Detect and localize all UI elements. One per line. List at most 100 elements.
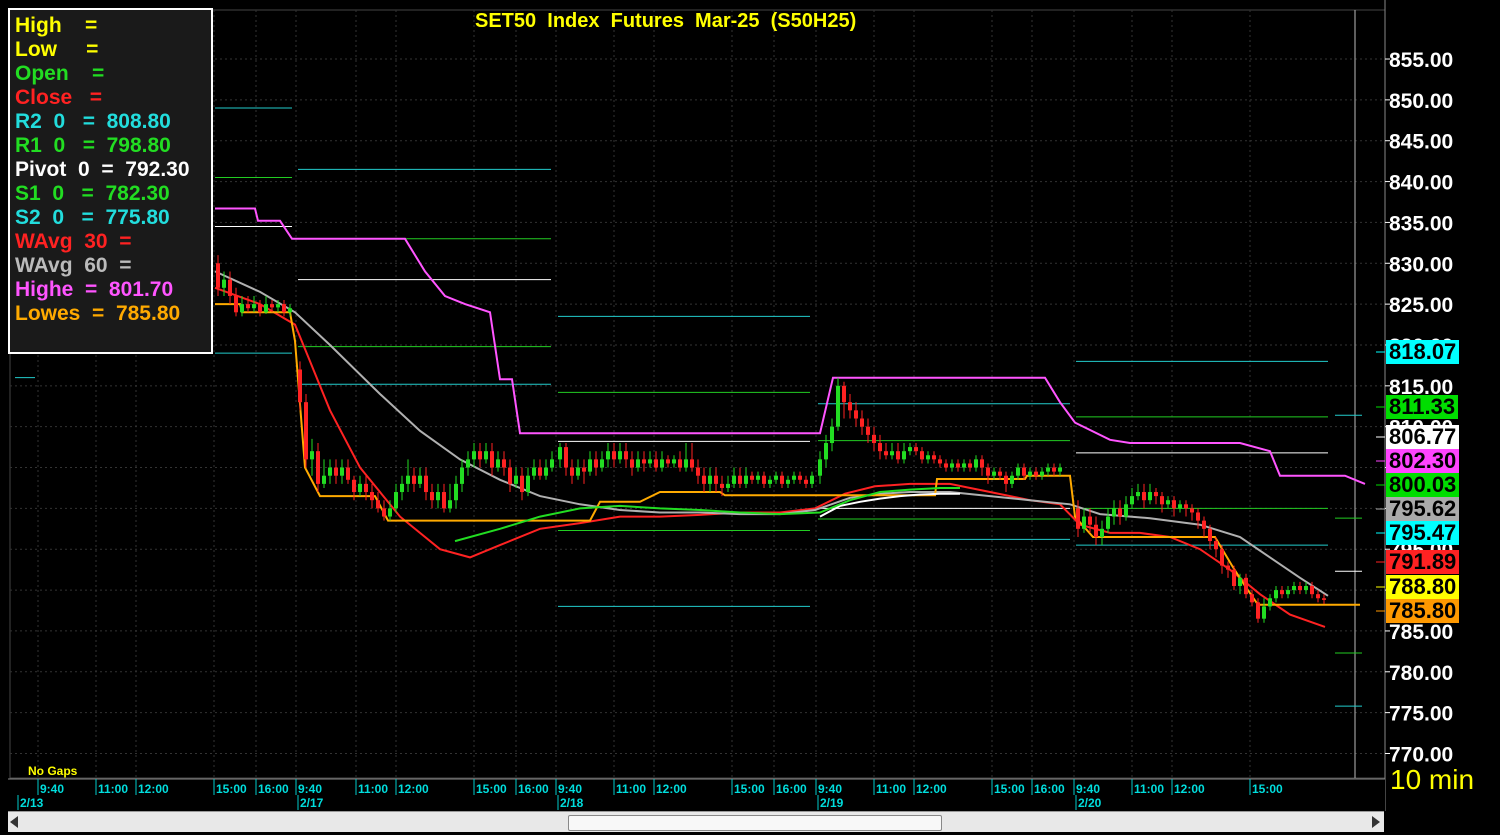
candle-body [738, 475, 742, 484]
candle-body [282, 304, 286, 313]
candle-body [538, 467, 542, 476]
y-tick-label: 830.00 [1389, 253, 1453, 276]
candle-body [774, 475, 778, 480]
candle-body [1040, 471, 1044, 476]
time-tick-label: 16:00 [1034, 782, 1065, 796]
candle-body [490, 451, 494, 468]
candle-body [624, 451, 628, 460]
scroll-right-icon[interactable] [1372, 816, 1380, 828]
candle-body [364, 483, 368, 493]
legend-rows: High = Low = Open = Close = R2 0 = 808.80 R1 … [15, 14, 211, 326]
candle-body [240, 304, 244, 313]
candle-body [860, 418, 864, 427]
candle-body [810, 475, 814, 484]
candle-body [442, 492, 446, 509]
candle-body [1076, 508, 1080, 529]
candle-body [264, 304, 268, 313]
candle-body [750, 475, 754, 480]
legend-row: R2 0 = 808.80 [15, 110, 171, 133]
y-tick-label: 775.00 [1389, 703, 1453, 726]
candle-body [1022, 467, 1026, 476]
candle-body [558, 447, 562, 460]
candle-body [660, 459, 664, 468]
candle-body [1238, 577, 1242, 586]
candle-body [310, 451, 314, 460]
time-tick-label: 9:40 [558, 782, 582, 796]
time-tick-label: 12:00 [916, 782, 947, 796]
candle-body [992, 471, 996, 476]
legend-row: High = [15, 14, 98, 37]
date-tick-label: 2/13 [20, 796, 44, 810]
candle-body [944, 463, 948, 468]
candle-body [1208, 528, 1212, 542]
candle-body [914, 447, 918, 452]
candle-body [276, 304, 280, 308]
candle-body [986, 467, 990, 476]
time-tick-label: 16:00 [518, 782, 549, 796]
candle-body [612, 451, 616, 460]
y-tick-label: 845.00 [1389, 131, 1453, 154]
candle-body [768, 479, 772, 484]
candle-body [570, 467, 574, 476]
candle-body [478, 451, 482, 460]
candle-body [1142, 492, 1146, 501]
time-tick-label: 11:00 [358, 782, 388, 796]
candle-body [830, 426, 834, 444]
candle-body [258, 304, 262, 313]
candle-body [1100, 528, 1104, 537]
candle-body [1316, 594, 1320, 599]
time-tick-label: 12:00 [398, 782, 429, 796]
candle-body [938, 459, 942, 464]
date-tick-label: 2/20 [1078, 796, 1102, 810]
candle-body [346, 467, 350, 480]
candle-body [956, 463, 960, 468]
candle-body [1010, 475, 1014, 484]
candle-body [696, 467, 700, 476]
candle-body [1166, 500, 1170, 505]
candle-body [654, 459, 658, 468]
candle-body [1028, 471, 1032, 476]
legend-row: Pivot 0 = 792.30 [15, 158, 190, 181]
legend-row: Close = [15, 86, 102, 109]
legend-row: WAvg 60 = [15, 254, 132, 277]
candle-body [980, 459, 984, 468]
candle-body [726, 483, 730, 488]
candle-body [896, 451, 900, 460]
time-tick-label: 15:00 [1252, 782, 1283, 796]
candle-body [484, 451, 488, 460]
candle-body [1046, 467, 1050, 472]
candle-body [358, 483, 362, 493]
candle-body [1304, 586, 1308, 591]
time-tick-label: 9:40 [298, 782, 322, 796]
scroll-thumb[interactable] [568, 815, 942, 831]
candle-body [950, 463, 954, 468]
price-tag: 788.80 [1386, 575, 1460, 599]
legend-row: S2 0 = 775.80 [15, 206, 170, 229]
time-tick-label: 11:00 [98, 782, 128, 796]
candle-body [902, 451, 906, 460]
horizontal-scrollbar[interactable] [8, 811, 1384, 832]
candle-body [376, 500, 380, 509]
candle-body [496, 459, 500, 468]
candle-body [1016, 467, 1020, 476]
legend-panel[interactable]: High = Low = Open = Close = R2 0 = 808.80 R1 … [8, 8, 213, 354]
series-line [215, 303, 1360, 606]
candle-body [974, 459, 978, 468]
candle-body [1136, 492, 1140, 497]
candle-body [576, 467, 580, 476]
candle-body [714, 475, 718, 484]
candle-body [1124, 504, 1128, 517]
candle-body [1118, 508, 1122, 517]
candle-body [666, 459, 670, 464]
candle-body [228, 279, 232, 296]
candle-body [600, 459, 604, 468]
date-tick-label: 2/17 [300, 796, 324, 810]
candle-body [1190, 508, 1194, 513]
candle-body [502, 459, 506, 468]
scroll-left-icon[interactable] [10, 816, 18, 828]
series-line [214, 286, 1326, 628]
candle-body [526, 475, 530, 493]
interval-label[interactable]: 10 min [1390, 764, 1474, 796]
candle-body [298, 369, 302, 403]
candle-body [648, 459, 652, 464]
